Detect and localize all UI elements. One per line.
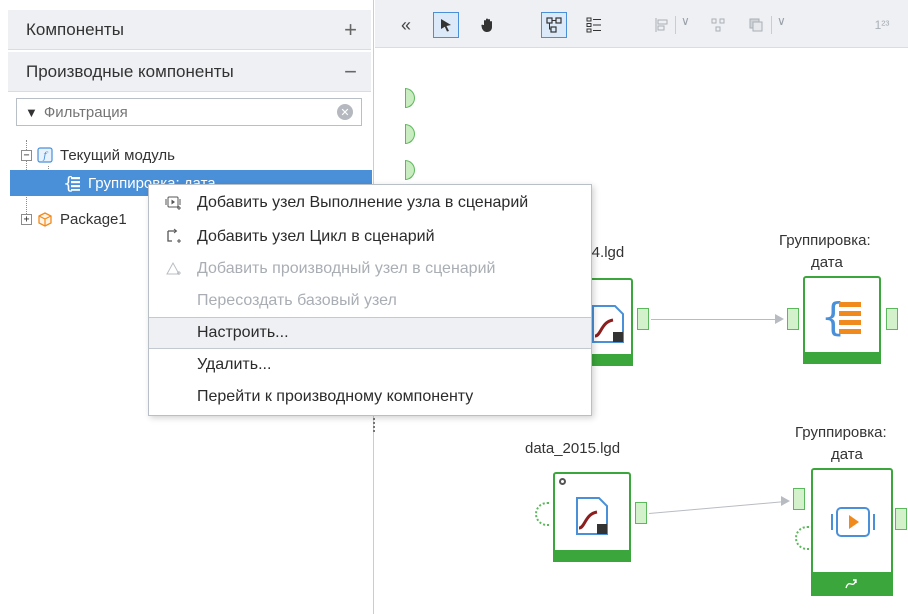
add-component-button[interactable]: + — [344, 18, 357, 41]
filter-box: ▼ ✕ — [16, 98, 362, 126]
menu-item-go-to-derived[interactable]: Перейти к производному компоненту — [149, 381, 591, 413]
optional-input-port[interactable] — [535, 502, 549, 526]
chevron-down-icon[interactable]: ∨ — [681, 14, 690, 28]
output-port[interactable] — [895, 508, 907, 530]
menu-item-configure[interactable]: Настроить... — [149, 317, 591, 349]
components-header[interactable]: Компоненты + — [8, 10, 371, 50]
output-port[interactable] — [635, 502, 647, 524]
node-title: Группировка: — [795, 424, 887, 441]
data-source-node-2015[interactable] — [553, 472, 631, 562]
execute-node-icon — [829, 504, 877, 545]
node-title: дата — [811, 254, 843, 271]
menu-item-label: Настроить... — [197, 324, 289, 341]
align-left-icon[interactable] — [649, 12, 675, 38]
tree-item-label: Текущий модуль — [60, 146, 175, 164]
funnel-icon: ▼ — [25, 104, 38, 120]
arrow-icon — [775, 314, 784, 324]
connection-edge — [648, 500, 789, 514]
list-view-icon[interactable] — [581, 12, 607, 38]
layer-icon[interactable] — [743, 12, 769, 38]
clear-filter-icon[interactable]: ✕ — [337, 104, 353, 120]
file-chart-icon — [575, 496, 609, 541]
menu-item-label: Добавить узел Цикл в сценарий — [197, 228, 435, 245]
menu-item-recreate-base-node[interactable]: Пересоздать базовый узел — [149, 285, 591, 317]
graph-view-icon[interactable] — [541, 12, 567, 38]
execute-node-icon — [149, 194, 197, 212]
node-title: Группировка: — [779, 232, 871, 249]
node-footer — [553, 550, 631, 562]
toolbar-separator — [771, 16, 772, 34]
loop-icon — [149, 228, 197, 246]
file-chart-icon — [591, 304, 625, 349]
menu-item-label: Добавить производный узел в сценарий — [197, 260, 496, 277]
double-chevron-left-icon[interactable]: « — [393, 12, 419, 38]
menu-item-add-execute-node[interactable]: Добавить узел Выполнение узла в сценарий — [149, 187, 591, 219]
input-port[interactable] — [405, 160, 415, 180]
output-port[interactable] — [637, 308, 649, 330]
input-port[interactable] — [787, 308, 799, 330]
filter-input[interactable] — [43, 103, 337, 121]
input-port[interactable] — [793, 488, 805, 510]
input-port[interactable] — [405, 124, 415, 144]
menu-item-add-derived-node[interactable]: Добавить производный узел в сценарий — [149, 253, 591, 285]
context-menu: Добавить узел Выполнение узла в сценарий… — [148, 184, 592, 416]
layout-icon[interactable] — [705, 12, 731, 38]
node-footer — [811, 572, 893, 596]
toolbar-separator — [675, 16, 676, 34]
collapse-derived-button[interactable]: − — [344, 60, 357, 83]
derived-node-icon — [149, 260, 197, 278]
function-module-icon: f — [36, 146, 54, 164]
connection-edge — [651, 319, 779, 320]
chevron-down-icon[interactable]: ∨ — [777, 14, 786, 28]
loop-icon — [845, 579, 857, 589]
derived-components-title: Производные компоненты — [26, 61, 234, 81]
grouping-icon: { — [821, 294, 865, 343]
menu-item-label: Удалить... — [197, 356, 272, 373]
node-title: дата — [831, 446, 863, 463]
optional-input-port[interactable] — [795, 526, 809, 550]
menu-item-delete[interactable]: Удалить... — [149, 349, 591, 381]
grouping-icon: { — [62, 174, 82, 192]
grouping-node-2[interactable] — [811, 468, 893, 596]
menu-item-add-loop-node[interactable]: Добавить узел Цикл в сценарий — [149, 221, 591, 253]
status-indicator-icon — [559, 478, 566, 485]
grouping-node-1[interactable]: { — [803, 276, 881, 364]
tree-item-label: Package1 — [60, 210, 127, 228]
node-title: data_2015.lgd — [525, 440, 621, 457]
package-icon — [36, 210, 54, 228]
expand-toggle-icon[interactable]: + — [21, 213, 32, 225]
hand-pan-icon[interactable] — [475, 12, 501, 38]
derived-components-header[interactable]: Производные компоненты − — [8, 52, 371, 92]
cursor-arrow-icon[interactable] — [433, 12, 459, 38]
tree-item-current-module[interactable]: − f Текущий модуль — [10, 142, 372, 168]
numbering-icon[interactable]: 1²³ — [869, 12, 895, 38]
menu-item-label: Добавить узел Выполнение узла в сценарий — [197, 194, 529, 211]
output-port[interactable] — [886, 308, 898, 330]
menu-item-label: Перейти к производному компоненту — [197, 388, 474, 405]
menu-item-label: Пересоздать базовый узел — [197, 292, 397, 309]
collapse-toggle-icon[interactable]: − — [21, 149, 32, 161]
components-title: Компоненты — [26, 19, 124, 39]
node-footer — [803, 352, 881, 364]
input-port[interactable] — [405, 88, 415, 108]
canvas-toolbar: « ∨ ∨ 1²³ — [375, 0, 908, 48]
arrow-icon — [781, 496, 790, 506]
